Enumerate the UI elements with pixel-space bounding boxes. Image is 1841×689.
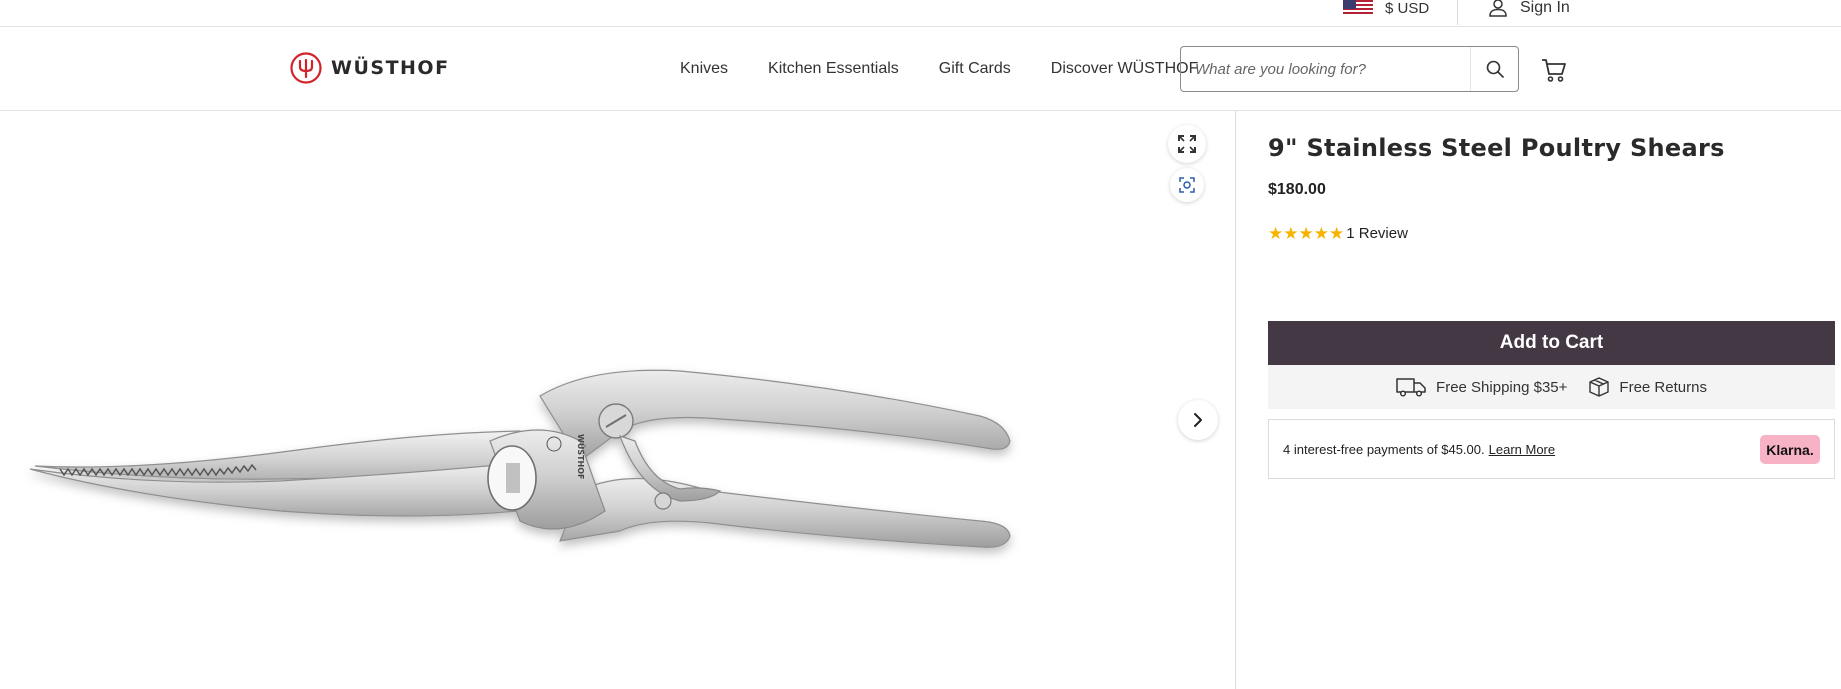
klarna-badge: Klarna.: [1760, 435, 1820, 464]
perk-free-shipping: Free Shipping $35+: [1396, 377, 1567, 397]
expand-button[interactable]: [1168, 125, 1206, 163]
star-icon: ★: [1313, 224, 1329, 243]
utility-bar: $ USD Sign In: [0, 0, 1841, 27]
product-price: $180.00: [1268, 181, 1326, 198]
search-icon: [1486, 60, 1504, 78]
klarna-learn-more-link[interactable]: Learn More: [1489, 442, 1555, 457]
star-icon: ★: [1283, 224, 1299, 243]
product-image: WÜSTHOF: [29, 369, 1011, 548]
rating-stars: ★ ★ ★ ★ ★: [1268, 225, 1344, 242]
klarna-text: 4 interest-free payments of $45.00.: [1283, 441, 1485, 457]
search-input[interactable]: [1181, 60, 1471, 78]
currency-label: $ USD: [1385, 0, 1430, 17]
chevron-right-icon: [1194, 413, 1202, 427]
nav-item-gift-cards[interactable]: Gift Cards: [939, 60, 1011, 78]
cart-button[interactable]: [1540, 56, 1568, 84]
view-in-room-icon: [1179, 177, 1195, 193]
sign-in-label: Sign In: [1520, 0, 1570, 16]
product-gallery: WÜSTHOF: [0, 111, 1235, 689]
site-header: WÜSTHOF Knives Kitchen Essentials Gift C…: [0, 27, 1841, 111]
next-image-button[interactable]: [1178, 400, 1218, 440]
blade-engraving: WÜSTHOF: [576, 434, 586, 480]
perk-label: Free Returns: [1619, 378, 1707, 396]
gallery-divider: [1235, 111, 1236, 689]
trident-logo-icon: [290, 52, 322, 84]
main-nav: Knives Kitchen Essentials Gift Cards Dis…: [680, 27, 1198, 111]
search-box: [1180, 46, 1519, 92]
utility-divider: [1457, 0, 1458, 25]
perks-bar: Free Shipping $35+ Free Returns: [1268, 365, 1835, 409]
perk-label: Free Shipping $35+: [1436, 378, 1568, 396]
expand-icon: [1178, 135, 1196, 153]
nav-item-kitchen-essentials[interactable]: Kitchen Essentials: [768, 60, 899, 78]
nav-item-discover-wusthof[interactable]: Discover WÜSTHOF: [1051, 60, 1199, 78]
box-icon: [1589, 377, 1610, 397]
add-to-cart-button[interactable]: Add to Cart: [1268, 321, 1835, 365]
cart-icon: [1542, 59, 1566, 82]
search-button[interactable]: [1470, 47, 1518, 91]
logo-text: WÜSTHOF: [331, 57, 450, 79]
klarna-financing: 4 interest-free payments of $45.00. Lear…: [1268, 419, 1835, 479]
star-icon: ★: [1329, 224, 1345, 243]
nav-item-knives[interactable]: Knives: [680, 60, 728, 78]
star-icon: ★: [1268, 224, 1284, 243]
user-icon: [1489, 0, 1507, 17]
truck-icon: [1396, 378, 1426, 397]
product-rating[interactable]: ★ ★ ★ ★ ★ 1 Review: [1268, 225, 1408, 242]
logo[interactable]: WÜSTHOF: [290, 52, 450, 84]
view-in-room-button[interactable]: [1170, 168, 1204, 202]
currency-selector[interactable]: $ USD: [1343, 0, 1430, 17]
review-count[interactable]: 1 Review: [1346, 225, 1408, 242]
perk-free-returns: Free Returns: [1589, 377, 1707, 397]
star-icon: ★: [1298, 224, 1314, 243]
us-flag-icon: [1343, 0, 1373, 16]
sign-in-link[interactable]: Sign In: [1489, 0, 1570, 17]
product-title: 9" Stainless Steel Poultry Shears: [1268, 134, 1725, 162]
